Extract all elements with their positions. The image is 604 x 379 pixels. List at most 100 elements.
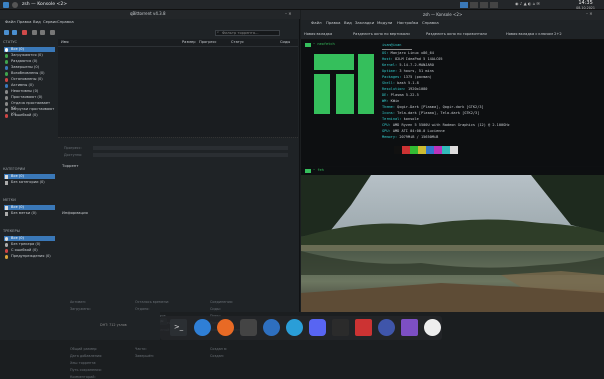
split-horizontal-button[interactable]: Разделить окно по горизонтали: [426, 30, 487, 38]
graphics-icon[interactable]: [401, 319, 418, 336]
neofetch-row: Theme: Qogir-Dark [Plasma], Qogir-dark […: [382, 105, 484, 109]
filter-completed[interactable]: Завершены (0): [4, 65, 55, 70]
tracker-all[interactable]: Все (0): [4, 236, 55, 242]
neofetch-user: ivan@ivan: [382, 43, 402, 47]
konsole-window: zsh — Konsole <2> – ✕ Файл Правка Вид За…: [301, 10, 604, 312]
prop-label: Дата добавления:: [70, 354, 103, 358]
menu-bookmarks[interactable]: Закладки: [355, 21, 374, 25]
clock[interactable]: 14:35 08.10.2021: [576, 1, 595, 10]
prompt-line: ~ neofetch: [313, 42, 335, 46]
prop-label: Хеш торрента:: [70, 361, 97, 365]
menu-help[interactable]: Справка: [57, 20, 74, 24]
neofetch-row: OS: Manjaro Linux x86_64: [382, 51, 434, 55]
new-tab-keyed-button[interactable]: Новая вкладка с ключом 2+2: [506, 30, 562, 38]
new-tab-button[interactable]: Новая вкладка: [304, 30, 332, 38]
list-header: Имя Размер Прогресс Статус Сиды: [58, 39, 298, 47]
pause-icon[interactable]: [40, 30, 45, 35]
filter-stalled-download[interactable]: Загрузки простаивают (0): [4, 107, 55, 116]
filter-seeding[interactable]: Раздаются (0): [4, 59, 55, 64]
qbittorrent-icon[interactable]: [263, 319, 280, 336]
neofetch-row: Terminal: konsole: [382, 117, 419, 121]
app-launcher-icon[interactable]: [3, 2, 9, 8]
sidebar: СТАТУС Все (0) Загружаются (0) Раздаются…: [0, 39, 58, 314]
menu-view[interactable]: Вид: [33, 20, 41, 24]
add-torrent-icon[interactable]: [12, 30, 17, 35]
search-input[interactable]: Фильтр торрента...: [215, 30, 280, 36]
col-name[interactable]: Имя: [61, 40, 69, 45]
menubar: Файл Правка Вид Сервис Справка: [0, 19, 300, 27]
dock: >_: [160, 316, 442, 340]
terminal-pane-top[interactable]: ~ neofetch ivan@ivan OS: Manjaro Linux x…: [301, 40, 604, 166]
menu-tools[interactable]: Сервис: [43, 20, 57, 24]
lake-wallpaper: [301, 175, 604, 312]
split-vertical-button[interactable]: Разделить окно по вертикали: [353, 30, 410, 38]
menu-plugins[interactable]: Модули: [377, 21, 392, 25]
neofetch-row: Icons: Tela-dark [Plasma], Tela-dark [GT…: [382, 111, 480, 115]
konsole-controls[interactable]: – ✕: [586, 12, 593, 16]
col-size[interactable]: Размер: [182, 40, 195, 45]
discord-icon[interactable]: [309, 319, 326, 336]
filter-active[interactable]: Активны (0): [4, 83, 55, 88]
statusbar-dht: DHT: 712 узлов: [100, 323, 127, 327]
filter-stalled[interactable]: Простаивают (0): [4, 95, 55, 100]
resume-icon[interactable]: [32, 30, 37, 35]
status-header: СТАТУС: [3, 40, 18, 44]
workspace-pager[interactable]: [460, 2, 510, 8]
mail-icon[interactable]: [355, 319, 372, 336]
neofetch-row: Host: 82LM IdeaPad 5 14ALC05: [382, 57, 443, 61]
prompt-badge: [305, 43, 311, 47]
neofetch-row: Memory: 2079MiB / 15650MiB: [382, 135, 439, 139]
menu-edit[interactable]: Правка: [17, 20, 31, 24]
telegram-icon[interactable]: [286, 319, 303, 336]
filter-stalled-upload[interactable]: Отдача простаивает (0): [4, 101, 55, 110]
menu-settings[interactable]: Настройка: [397, 21, 418, 25]
category-all[interactable]: Все (0): [4, 174, 55, 180]
tracker-error[interactable]: С ошибкой (0): [4, 248, 55, 253]
system-monitor-icon[interactable]: [378, 319, 395, 336]
col-status[interactable]: Статус: [231, 40, 244, 45]
tag-all[interactable]: Все (0): [4, 205, 55, 211]
filter-resumed[interactable]: Возобновлены (0): [4, 71, 55, 76]
prop-label: Активен:: [70, 300, 86, 304]
torrent-list[interactable]: Имя Размер Прогресс Статус Сиды: [58, 39, 298, 137]
menu-help[interactable]: Справка: [422, 21, 439, 25]
window-controls[interactable]: – ✕: [285, 12, 292, 16]
filter-all[interactable]: Все (0): [4, 47, 55, 53]
remove-icon[interactable]: [22, 30, 27, 35]
files-icon[interactable]: [194, 319, 211, 336]
menu-file[interactable]: Файл: [311, 21, 322, 25]
tag-none[interactable]: Без метки (0): [4, 211, 55, 216]
prop-label: Части:: [135, 347, 147, 351]
prop-label: Сиды:: [210, 307, 221, 311]
neofetch-row: CPU: AMD Ryzen 5 5500U with Radeon Graph…: [382, 123, 510, 127]
prop-label: Создан в:: [210, 347, 228, 351]
col-seeds[interactable]: Сиды: [280, 40, 290, 45]
terminal-pane-bottom[interactable]: ~ feh: [301, 167, 604, 312]
system-tray[interactable]: ◉ ♪ ▲ ◐ ⌂ ✉: [515, 2, 575, 8]
tracker-none[interactable]: Без трекера (0): [4, 242, 55, 247]
clock-app-icon[interactable]: [424, 319, 441, 336]
neofetch-row: Kernel: 5.14.7-2-MANJARO: [382, 63, 434, 67]
add-link-icon[interactable]: [4, 30, 9, 35]
neofetch-row: Packages: 1375 (pacman): [382, 75, 432, 79]
col-progress[interactable]: Прогресс: [199, 40, 217, 45]
office-icon[interactable]: [240, 319, 257, 336]
filter-downloading[interactable]: Загружаются (0): [4, 53, 55, 58]
menu-edit[interactable]: Правка: [326, 21, 340, 25]
window-title: qBittorrent v4.3.8: [130, 11, 166, 16]
menu-view[interactable]: Вид: [344, 21, 352, 25]
filter-errored[interactable]: С ошибкой (0): [4, 113, 55, 118]
menu-file[interactable]: Файл: [5, 20, 16, 24]
neofetch-row: Resolution: 1920x1080: [382, 87, 428, 91]
filter-inactive[interactable]: Неактивны (0): [4, 89, 55, 94]
tracker-warning[interactable]: Предупреждения (0): [4, 254, 55, 259]
steam-icon[interactable]: [332, 319, 349, 336]
neofetch-row: Shell: bash 5.1.8: [382, 81, 419, 85]
category-none[interactable]: Без категории (0): [4, 180, 55, 185]
filter-paused[interactable]: Остановлены (0): [4, 77, 55, 82]
options-icon[interactable]: [50, 30, 55, 35]
search-icon[interactable]: [12, 2, 18, 8]
prop-label: Путь сохранения:: [70, 368, 102, 372]
firefox-icon[interactable]: [217, 319, 234, 336]
terminal-icon[interactable]: >_: [170, 319, 187, 336]
